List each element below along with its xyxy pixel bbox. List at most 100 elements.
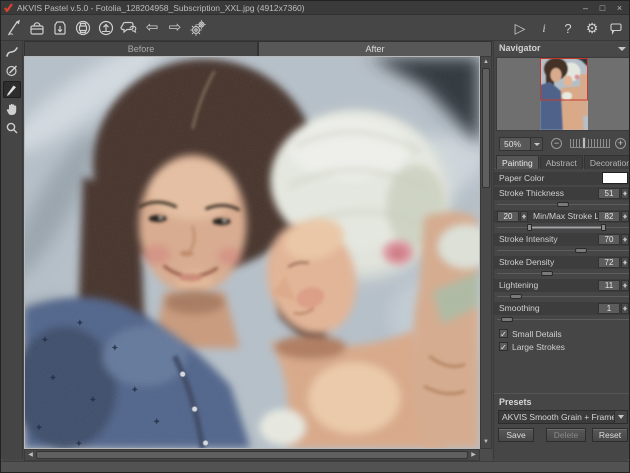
stroke-density-value[interactable]: 72 xyxy=(598,257,620,268)
help-icon[interactable]: ? xyxy=(557,17,579,39)
after-image xyxy=(25,57,479,448)
horizontal-scroll-thumb[interactable] xyxy=(36,451,468,459)
stroke-direction-tool[interactable] xyxy=(3,62,21,79)
pastel-brush-tool[interactable] xyxy=(3,81,21,98)
settings-panel: Navigator xyxy=(493,41,630,459)
zoom-dropdown-icon[interactable] xyxy=(530,138,542,150)
preset-save-button[interactable]: Save xyxy=(498,428,534,442)
tab-decoration[interactable]: Decoration xyxy=(584,155,630,169)
preset-delete-button[interactable]: Delete xyxy=(546,428,586,442)
large-strokes-checkbox[interactable]: ✓ xyxy=(499,342,508,351)
presets-header: Presets xyxy=(499,397,532,407)
hand-tool[interactable] xyxy=(3,100,21,117)
navigator-header[interactable]: Navigator xyxy=(494,41,630,56)
preset-dropdown-icon[interactable] xyxy=(614,411,627,423)
stroke-thickness-value[interactable]: 51 xyxy=(598,188,620,199)
scroll-up-icon[interactable]: ▲ xyxy=(482,58,490,67)
feedback-icon[interactable] xyxy=(605,17,627,39)
horizontal-scrollbar[interactable]: ◀ ▶ xyxy=(24,449,480,461)
preset-selected-value: AKVIS Smooth Grain + Frame (1) xyxy=(502,412,628,422)
stroke-intensity-spinner[interactable] xyxy=(621,234,629,245)
smoothing-spinner[interactable] xyxy=(621,303,629,314)
minimize-button[interactable]: – xyxy=(579,3,592,14)
lightening-spinner[interactable] xyxy=(621,280,629,291)
share-icon[interactable] xyxy=(118,17,140,39)
zoom-value-select[interactable]: 50% xyxy=(499,137,543,151)
stroke-length-max-value[interactable]: 82 xyxy=(598,211,620,222)
navigator-thumbnail xyxy=(540,58,588,130)
tab-abstract-art[interactable]: Abstract Art xyxy=(540,155,583,169)
lightening-slider[interactable] xyxy=(497,293,629,300)
paper-color-row: Paper Color xyxy=(494,172,630,185)
stroke-length-range-slider[interactable] xyxy=(497,224,629,231)
zoom-value: 50% xyxy=(504,138,521,150)
zoom-controls: 50% − + xyxy=(494,133,630,155)
stroke-length-max-spinner[interactable] xyxy=(621,211,629,222)
tools-panel xyxy=(1,41,23,459)
tab-before[interactable]: Before xyxy=(24,41,258,56)
small-details-checkbox-row[interactable]: ✓ Small Details xyxy=(499,328,562,339)
zoom-in-button[interactable]: + xyxy=(615,138,626,149)
close-button[interactable]: × xyxy=(613,3,626,14)
tab-after[interactable]: After xyxy=(258,41,492,56)
print-icon[interactable] xyxy=(72,17,94,39)
stroke-length-max-thumb[interactable] xyxy=(601,224,606,231)
quick-preview-tool[interactable] xyxy=(3,43,21,60)
preferences-icon[interactable]: ⚙ xyxy=(581,17,603,39)
smoothing-value[interactable]: 1 xyxy=(598,303,620,314)
stroke-intensity-row: Stroke Intensity 70 xyxy=(494,233,630,246)
stroke-thickness-row: Stroke Thickness 51 xyxy=(494,187,630,200)
smoothing-slider[interactable] xyxy=(497,316,629,323)
zoom-out-button[interactable]: − xyxy=(551,138,562,149)
small-details-label: Small Details xyxy=(512,329,562,339)
undo-icon[interactable]: ⇦ xyxy=(141,17,163,39)
stroke-density-slider[interactable] xyxy=(497,270,629,277)
scroll-left-icon[interactable]: ◀ xyxy=(26,451,35,459)
preset-reset-button[interactable]: Reset xyxy=(592,428,628,442)
zoom-slider-thumb[interactable] xyxy=(582,137,586,149)
lightening-label: Lightening xyxy=(499,279,538,292)
large-strokes-label: Large Strokes xyxy=(512,342,565,352)
view-tabs: Before After xyxy=(24,41,492,56)
lightening-row: Lightening 11 xyxy=(494,279,630,292)
paper-color-swatch[interactable] xyxy=(602,172,628,184)
smoothing-row: Smoothing 1 xyxy=(494,302,630,315)
maximize-button[interactable]: □ xyxy=(596,3,609,14)
paper-color-label: Paper Color xyxy=(499,172,544,185)
zoom-slider[interactable] xyxy=(570,139,610,148)
pastel-logo-icon xyxy=(3,17,25,39)
small-details-checkbox[interactable]: ✓ xyxy=(499,329,508,338)
stroke-intensity-slider[interactable] xyxy=(497,247,629,254)
navigator-collapse-icon[interactable] xyxy=(618,47,626,51)
zoom-tool[interactable] xyxy=(3,119,21,136)
scroll-down-icon[interactable]: ▼ xyxy=(482,438,490,447)
stroke-density-spinner[interactable] xyxy=(621,257,629,268)
vertical-scroll-thumb[interactable] xyxy=(482,68,490,188)
stroke-thickness-slider[interactable] xyxy=(497,201,629,208)
redo-icon[interactable]: ⇨ xyxy=(164,17,186,39)
window-title: AKVIS Pastel v.5.0 - Fotolia_128204958_S… xyxy=(17,3,305,13)
info-icon[interactable]: i xyxy=(533,17,555,39)
akvis-logo-icon xyxy=(4,3,13,12)
batch-processing-icon[interactable] xyxy=(187,17,209,39)
navigator-preview[interactable] xyxy=(496,57,630,131)
akvis-pastel-window: AKVIS Pastel v.5.0 - Fotolia_128204958_S… xyxy=(0,0,630,473)
run-icon[interactable]: ▷ xyxy=(509,17,531,39)
stroke-intensity-value[interactable]: 70 xyxy=(598,234,620,245)
stroke-length-min-value[interactable]: 20 xyxy=(497,211,519,222)
tab-painting[interactable]: Painting xyxy=(496,155,539,169)
publish-icon[interactable] xyxy=(95,17,117,39)
preset-dropdown[interactable]: AKVIS Smooth Grain + Frame (1) xyxy=(498,410,628,424)
image-canvas[interactable] xyxy=(24,56,480,449)
lightening-value[interactable]: 11 xyxy=(598,280,620,291)
scrollbar-corner xyxy=(480,449,492,461)
stroke-length-min-thumb[interactable] xyxy=(527,224,532,231)
open-image-icon[interactable] xyxy=(26,17,48,39)
stroke-length-min-spinner[interactable] xyxy=(520,211,528,222)
vertical-scrollbar[interactable]: ▲ ▼ xyxy=(480,56,492,449)
stroke-thickness-label: Stroke Thickness xyxy=(499,187,564,200)
scroll-right-icon[interactable]: ▶ xyxy=(469,451,478,459)
save-image-icon[interactable] xyxy=(49,17,71,39)
large-strokes-checkbox-row[interactable]: ✓ Large Strokes xyxy=(499,341,565,352)
stroke-thickness-spinner[interactable] xyxy=(621,188,629,199)
